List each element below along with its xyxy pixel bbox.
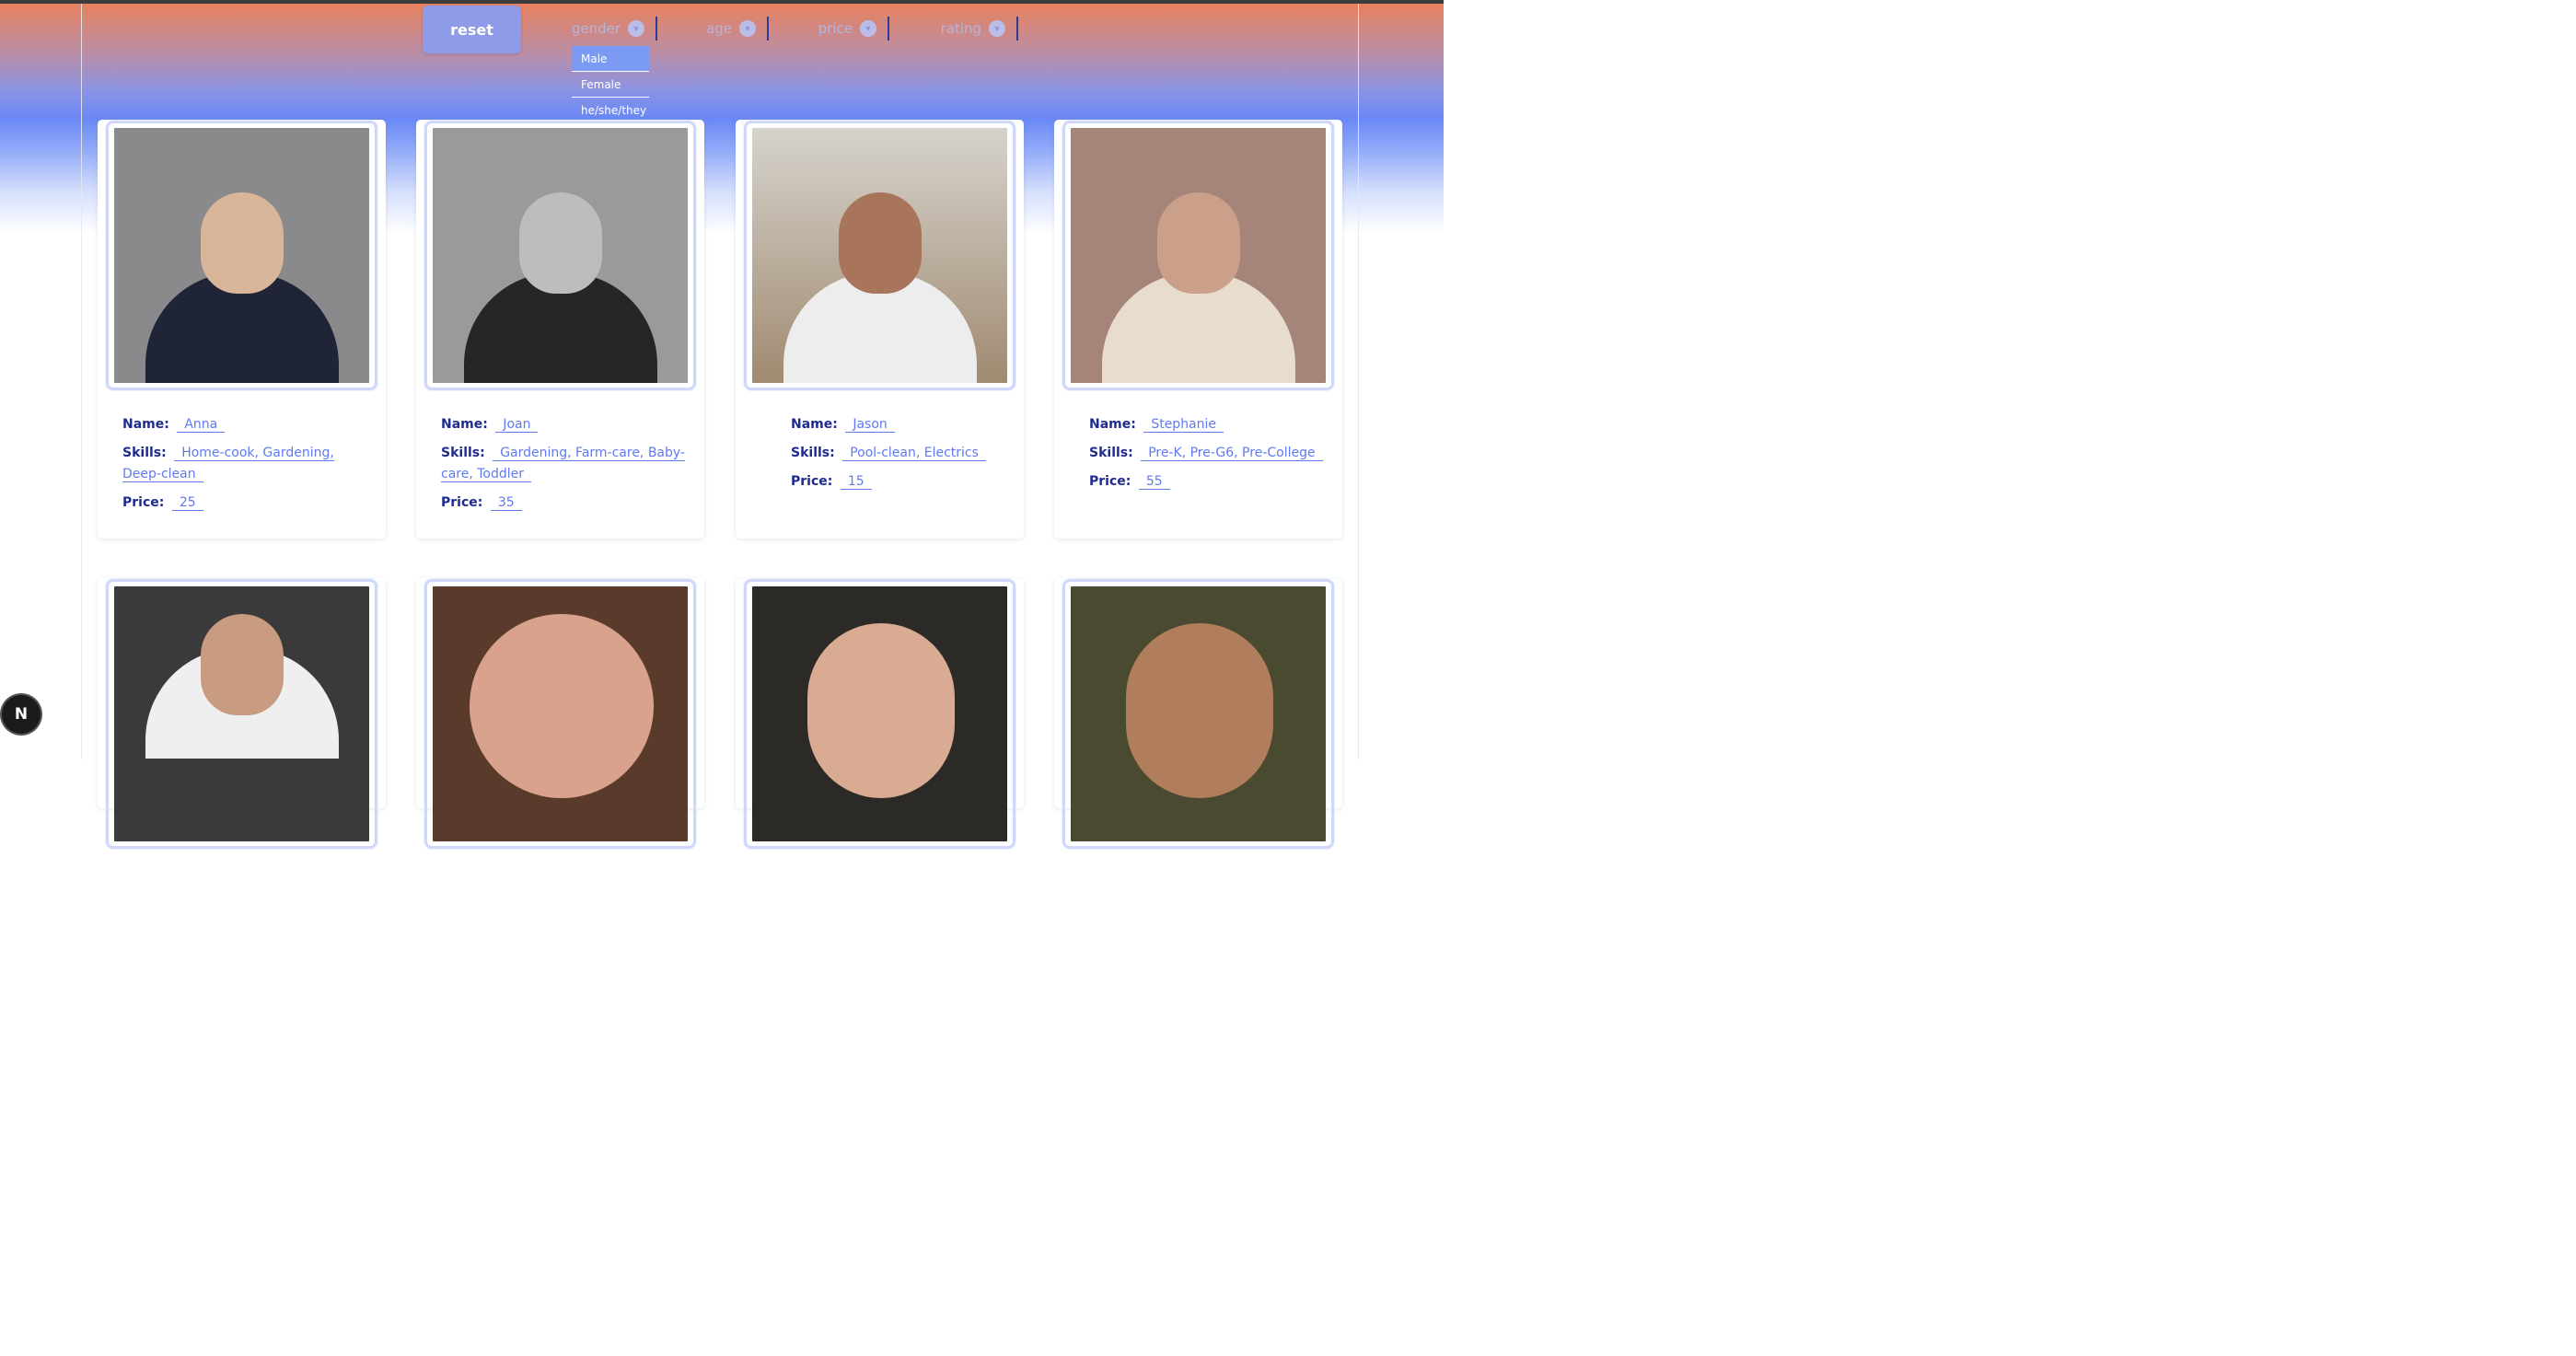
name-row: Name: Stephanie bbox=[1089, 414, 1338, 435]
photo-frame bbox=[106, 579, 377, 849]
profile-card[interactable]: Name: Jason Skills: Pool-clean, Electric… bbox=[736, 120, 1024, 539]
profile-photo bbox=[1071, 586, 1326, 841]
photo-frame bbox=[106, 121, 377, 390]
price-filter[interactable]: price ▾ bbox=[794, 17, 889, 41]
profile-card[interactable]: Name: Anna Skills: Home-cook, Gardening,… bbox=[98, 120, 386, 539]
skills-label: Skills: bbox=[122, 446, 167, 460]
gender-option-female[interactable]: Female bbox=[572, 72, 649, 98]
profile-photo bbox=[752, 586, 1007, 841]
gender-dropdown: Male Female he/she/they bbox=[572, 46, 649, 123]
reset-button[interactable]: reset bbox=[423, 6, 521, 53]
price-value: 15 bbox=[840, 474, 872, 490]
skills-row: Skills: Pre-K, Pre-G6, Pre-College bbox=[1089, 443, 1338, 464]
name-value: Stephanie bbox=[1143, 417, 1224, 433]
photo-frame bbox=[424, 579, 696, 849]
profile-photo bbox=[433, 586, 688, 841]
chevron-down-icon: ▾ bbox=[628, 20, 644, 37]
gender-filter[interactable]: gender ▾ bbox=[552, 17, 657, 41]
skills-row: Skills: Pool-clean, Electrics bbox=[791, 443, 1039, 464]
name-label: Name: bbox=[791, 417, 838, 432]
name-value: Jason bbox=[845, 417, 895, 433]
profile-card[interactable] bbox=[416, 578, 704, 849]
skills-row: Skills: Gardening, Farm-care, Baby-care,… bbox=[441, 443, 690, 485]
profile-photo bbox=[114, 128, 369, 383]
profile-photo bbox=[752, 128, 1007, 383]
profile-card[interactable] bbox=[98, 578, 386, 849]
photo-frame bbox=[744, 579, 1015, 849]
rating-filter-label: rating bbox=[940, 20, 981, 37]
price-row: Price: 15 bbox=[791, 471, 1039, 493]
price-filter-label: price bbox=[818, 20, 853, 37]
gender-option-male[interactable]: Male bbox=[572, 46, 649, 72]
profile-photo bbox=[1071, 128, 1326, 383]
price-label: Price: bbox=[441, 495, 483, 510]
profile-card[interactable]: Name: Stephanie Skills: Pre-K, Pre-G6, P… bbox=[1054, 120, 1342, 539]
price-label: Price: bbox=[1089, 474, 1131, 489]
photo-frame bbox=[744, 121, 1015, 390]
price-row: Price: 35 bbox=[441, 493, 690, 514]
name-label: Name: bbox=[1089, 417, 1136, 432]
rating-filter[interactable]: rating ▾ bbox=[917, 17, 1018, 41]
price-label: Price: bbox=[791, 474, 833, 489]
gender-filter-label: gender bbox=[571, 20, 621, 37]
name-row: Name: Joan bbox=[441, 414, 690, 435]
age-filter-label: age bbox=[706, 20, 732, 37]
profile-photo bbox=[114, 586, 369, 841]
name-label: Name: bbox=[122, 417, 169, 432]
photo-frame bbox=[1062, 579, 1334, 849]
name-row: Name: Anna bbox=[122, 414, 371, 435]
name-value: Anna bbox=[177, 417, 226, 433]
price-row: Price: 55 bbox=[1089, 471, 1338, 493]
skills-label: Skills: bbox=[441, 446, 485, 460]
skills-value: Pre-K, Pre-G6, Pre-College bbox=[1141, 446, 1323, 461]
n-badge-button[interactable]: N bbox=[2, 695, 41, 734]
chevron-down-icon: ▾ bbox=[739, 20, 756, 37]
price-row: Price: 25 bbox=[122, 493, 371, 514]
name-row: Name: Jason bbox=[791, 414, 1039, 435]
profile-card[interactable]: Name: Joan Skills: Gardening, Farm-care,… bbox=[416, 120, 704, 539]
age-filter[interactable]: age ▾ bbox=[681, 17, 769, 41]
skills-value: Pool-clean, Electrics bbox=[842, 446, 986, 461]
photo-frame bbox=[1062, 121, 1334, 390]
price-value: 55 bbox=[1138, 474, 1170, 490]
skills-label: Skills: bbox=[1089, 446, 1133, 460]
skills-row: Skills: Home-cook, Gardening, Deep-clean bbox=[122, 443, 371, 485]
chevron-down-icon: ▾ bbox=[860, 20, 876, 37]
skills-label: Skills: bbox=[791, 446, 835, 460]
photo-frame bbox=[424, 121, 696, 390]
profile-card[interactable] bbox=[1054, 578, 1342, 849]
profile-photo bbox=[433, 128, 688, 383]
chevron-down-icon: ▾ bbox=[989, 20, 1005, 37]
profile-card[interactable] bbox=[736, 578, 1024, 849]
name-label: Name: bbox=[441, 417, 488, 432]
name-value: Joan bbox=[495, 417, 539, 433]
price-value: 35 bbox=[490, 495, 522, 511]
price-label: Price: bbox=[122, 495, 165, 510]
price-value: 25 bbox=[171, 495, 203, 511]
